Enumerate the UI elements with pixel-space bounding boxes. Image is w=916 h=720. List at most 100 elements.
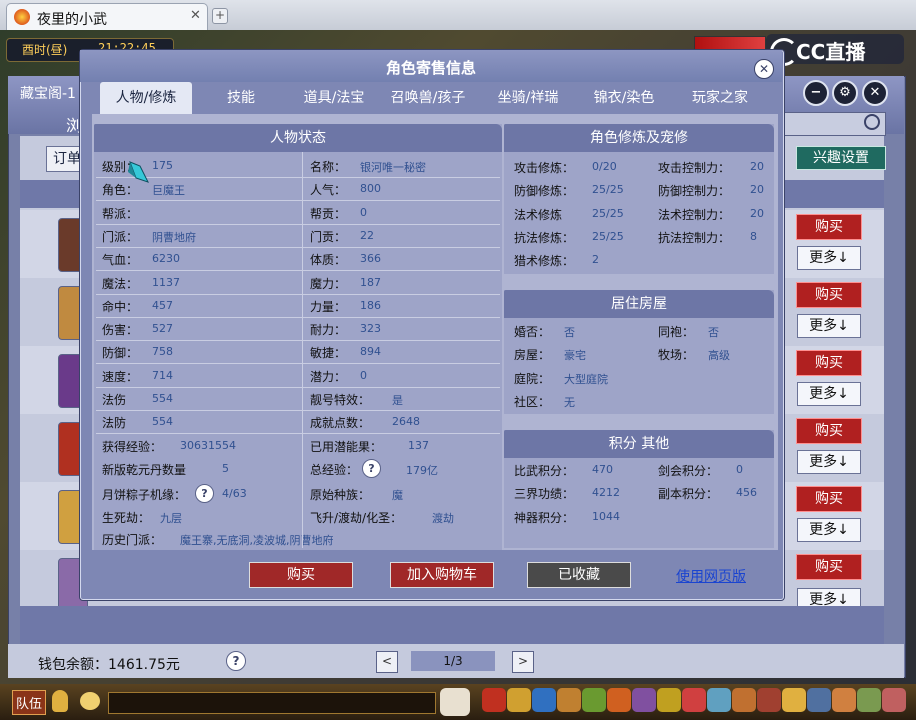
chat-bubble-icon[interactable] (80, 692, 100, 710)
tab-summons[interactable]: 召唤兽/孩子 (384, 82, 472, 114)
tab-mounts[interactable]: 坐骑/祥瑞 (488, 82, 568, 114)
status-label: 命中： (102, 299, 139, 314)
total-exp-label: 总经验： (310, 463, 359, 477)
next-page-button[interactable]: > (512, 651, 534, 673)
status-label: 成就点数： (310, 416, 371, 431)
dialog-close-button[interactable]: ✕ (754, 59, 774, 79)
pet-icon[interactable] (440, 688, 470, 716)
tab-player-home[interactable]: 玩家之家 (680, 82, 760, 114)
total-exp-help-icon[interactable]: ? (362, 459, 381, 478)
status-value: 894 (360, 345, 381, 359)
housing-label: 牧场： (658, 348, 695, 363)
game-logo-icon (14, 9, 30, 25)
toolbar-shortcut-icon[interactable] (507, 688, 531, 712)
interest-settings-button[interactable]: 兴趣设置 (796, 146, 886, 170)
toolbar-shortcut-icon[interactable] (607, 688, 631, 712)
add-to-cart-button[interactable]: 加入购物车 (390, 562, 494, 588)
toolbar-shortcut-icon[interactable] (882, 688, 906, 712)
housing-value: 否 (708, 326, 719, 339)
mooncake-help-icon[interactable]: ? (195, 484, 214, 503)
status-label: 魔力： (310, 276, 347, 291)
race-value: 魔 (392, 489, 403, 502)
listing-more-button[interactable]: 更多↓ (797, 246, 861, 270)
cultivation-label: 猎术修炼： (514, 254, 575, 269)
listing-buy-button[interactable]: 购买 (796, 486, 862, 512)
new-tab-button[interactable]: + (212, 8, 228, 24)
toolbar-shortcut-icon[interactable] (807, 688, 831, 712)
status-value: 2648 (392, 415, 420, 429)
status-value: 22 (360, 228, 374, 242)
used-potential-label: 已用潜能果： (310, 440, 383, 454)
toolbar-shortcut-icon[interactable] (857, 688, 881, 712)
listing-buy-button[interactable]: 购买 (796, 350, 862, 376)
listing-more-button[interactable]: 更多↓ (797, 450, 861, 474)
race-label: 原始种族： (310, 488, 371, 502)
status-label: 靓号特效： (310, 393, 371, 407)
status-value: 0 (360, 368, 367, 382)
tab-skills[interactable]: 技能 (208, 82, 274, 114)
microphone-icon[interactable] (52, 690, 68, 712)
used-potential-value: 137 (408, 439, 429, 452)
status-label: 法伤 (102, 393, 127, 407)
toolbar-shortcut-icon[interactable] (657, 688, 681, 712)
tab-title: 夜里的小武 (37, 12, 107, 28)
listing-buy-button[interactable]: 购买 (796, 418, 862, 444)
status-row-divider (96, 246, 500, 248)
minimize-button[interactable]: − (803, 80, 829, 106)
cc-logo-text: CC直播 (796, 40, 866, 64)
status-row-divider (96, 200, 500, 202)
listing-footer (20, 606, 884, 644)
listing-buy-button[interactable]: 购买 (796, 554, 862, 580)
cultivation-label: 法术修炼 (514, 207, 563, 222)
team-button[interactable]: 队伍 (12, 690, 47, 715)
status-label: 气血： (102, 253, 139, 268)
browser-tab[interactable]: 夜里的小武 ✕ (6, 3, 208, 31)
cultivation-value: 8 (750, 229, 757, 243)
mooncake-label: 月饼粽子机缘： (102, 488, 187, 502)
housing-label: 同袍： (658, 325, 695, 339)
toolbar-shortcut-icon[interactable] (532, 688, 556, 712)
toolbar-shortcut-icon[interactable] (707, 688, 731, 712)
toolbar-shortcut-icon[interactable] (832, 688, 856, 712)
status-row-divider (96, 177, 500, 178)
toolbar-shortcut-icon[interactable] (582, 688, 606, 712)
tab-outfits[interactable]: 锦衣/染色 (584, 82, 664, 114)
cultivation-value: 20 (750, 206, 764, 220)
status-row-divider (96, 293, 500, 295)
toolbar-shortcut-icon[interactable] (682, 688, 706, 712)
tab-items[interactable]: 道具/法宝 (296, 82, 372, 114)
status-label: 人气： (310, 183, 347, 198)
cultivation-label: 抗法修炼： (514, 230, 575, 245)
points-value: 456 (736, 486, 757, 500)
tab-character[interactable]: 人物/修炼 (100, 82, 192, 114)
toolbar-shortcut-icon[interactable] (732, 688, 756, 712)
listing-buy-button[interactable]: 购买 (796, 282, 862, 308)
toolbar-shortcut-icon[interactable] (632, 688, 656, 712)
help-icon[interactable]: ? (226, 651, 246, 671)
cultivation-value: 20 (750, 160, 764, 173)
chat-input[interactable] (108, 692, 436, 714)
collected-button[interactable]: 已收藏 (527, 562, 631, 588)
buy-button[interactable]: 购买 (249, 562, 353, 588)
prev-page-button[interactable]: < (376, 651, 398, 673)
toolbar-shortcut-icon[interactable] (557, 688, 581, 712)
dialog-title: 角色寄售信息 (385, 59, 476, 77)
tab-close-icon[interactable]: ✕ (190, 8, 201, 23)
toolbar-shortcut-icon[interactable] (757, 688, 781, 712)
toolbar-shortcut-icon[interactable] (482, 688, 506, 712)
close-window-button[interactable]: ✕ (862, 80, 888, 106)
points-label: 副本积分： (658, 487, 719, 502)
search-icon[interactable] (864, 114, 880, 130)
status-row-divider (96, 433, 500, 435)
listing-more-button[interactable]: 更多↓ (797, 314, 861, 338)
listing-buy-button[interactable]: 购买 (796, 214, 862, 240)
listing-more-button[interactable]: 更多↓ (797, 382, 861, 406)
use-web-version-link[interactable]: 使用网页版 (676, 566, 746, 586)
ascension-label: 飞升/渡劫/化圣： (310, 511, 403, 525)
toolbar-shortcut-icon[interactable] (782, 688, 806, 712)
cultivation-value: 20 (750, 183, 764, 197)
status-value: 186 (360, 298, 381, 312)
listing-more-button[interactable]: 更多↓ (797, 518, 861, 542)
settings-button[interactable]: ⚙ (832, 80, 858, 106)
status-label: 帮贡： (310, 206, 347, 221)
